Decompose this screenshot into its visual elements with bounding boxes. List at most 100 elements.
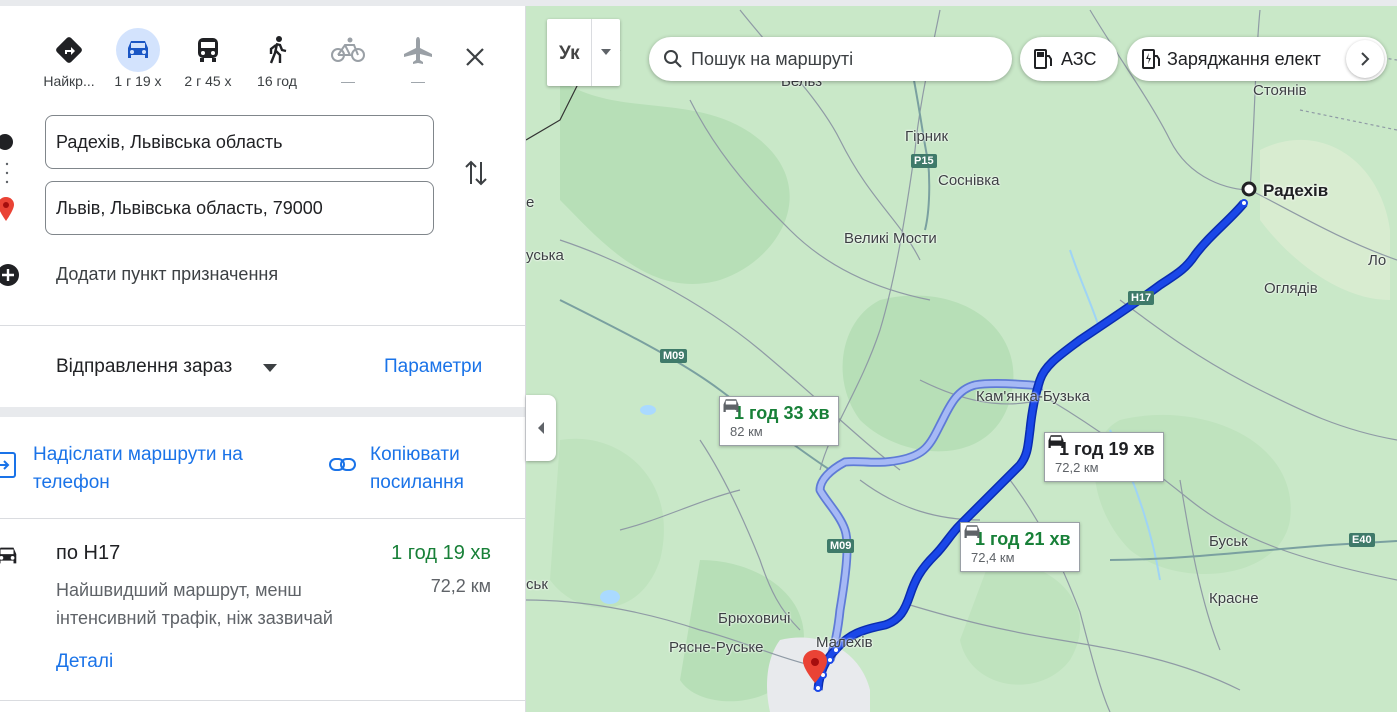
- gas-station-icon: [1034, 49, 1052, 69]
- layer-label: Ук: [559, 43, 580, 64]
- mode-cycling-label: —: [341, 73, 355, 89]
- mode-walking[interactable]: 16 год: [247, 28, 307, 98]
- mode-flights-label: —: [411, 73, 425, 89]
- mode-driving[interactable]: 1 г 19 х: [108, 28, 168, 98]
- road-shield: H17: [1128, 291, 1155, 305]
- chevron-right-icon: [1361, 52, 1370, 66]
- send-to-phone-link[interactable]: Надіслати маршрути на телефон: [33, 441, 243, 497]
- link-icon: [329, 458, 356, 471]
- mode-best[interactable]: Найкр...: [39, 28, 99, 98]
- gas-chip-label: АЗС: [1061, 48, 1097, 69]
- map-place-label: Стоянів: [1253, 82, 1307, 99]
- divider: [0, 700, 525, 701]
- map-place-label: Малехів: [816, 634, 873, 651]
- route-time: 1 год 19 хв: [391, 542, 491, 564]
- walking-icon: [255, 28, 299, 72]
- route-distance: 72,2 км: [430, 576, 491, 596]
- map-place-label: е: [526, 194, 535, 211]
- car-icon: [0, 547, 17, 564]
- map-place-label: уська: [526, 247, 564, 264]
- road-shield: E40: [1349, 533, 1375, 547]
- bicycle-icon: [326, 28, 370, 72]
- chips-next-button[interactable]: [1346, 40, 1384, 78]
- car-icon: [723, 399, 739, 412]
- options-button[interactable]: Параметри: [384, 356, 482, 378]
- map-place-label: Ло: [1368, 252, 1387, 269]
- mode-transit[interactable]: 2 г 45 х: [178, 28, 238, 98]
- copy-link-line1: Копіювати: [370, 444, 460, 465]
- ev-charging-icon: [1142, 49, 1160, 69]
- travel-modes: Найкр... 1 г 19 х 2 г 45 х 16 год — —: [0, 6, 525, 101]
- mode-transit-label: 2 г 45 х: [184, 73, 232, 89]
- destination-input[interactable]: Львів, Львівська область, 79000: [45, 181, 434, 235]
- collapse-panel-button[interactable]: [526, 395, 556, 461]
- map-place-label: Рясне-Руське: [669, 639, 764, 656]
- road-shield: P15: [911, 154, 937, 168]
- car-icon: [964, 525, 980, 538]
- route-title[interactable]: по H17: [56, 542, 120, 565]
- directions-icon: [47, 28, 91, 72]
- search-icon: [664, 50, 682, 68]
- copy-link-line2: посилання: [370, 472, 464, 493]
- send-to-phone-icon: [0, 452, 16, 478]
- divider: [0, 518, 525, 519]
- mode-flights[interactable]: —: [388, 28, 448, 98]
- route-bubble-time: 1 год 33 хв: [734, 403, 830, 423]
- dropdown-arrow-icon[interactable]: [262, 363, 278, 373]
- copy-link-button[interactable]: Копіювати посилання: [370, 441, 464, 497]
- map-place-label: Буськ: [1209, 533, 1248, 550]
- details-link[interactable]: Деталі: [56, 651, 113, 673]
- add-destination-link[interactable]: Додати пункт призначення: [56, 264, 278, 285]
- route-description: Найшвидший маршрут, менш інтенсивний тра…: [56, 580, 333, 628]
- mode-driving-label: 1 г 19 х: [114, 73, 162, 89]
- destination-pin-icon: [0, 197, 14, 221]
- map-canvas[interactable]: Бельз Гірник Соснівка Стоянів Великі Мос…: [526, 6, 1397, 712]
- origin-dot-icon: [0, 134, 13, 150]
- car-icon: [116, 28, 160, 72]
- section-divider: [0, 407, 525, 417]
- map-place-label: Оглядів: [1264, 280, 1318, 297]
- swap-icon: [465, 160, 487, 186]
- map-layer-switch[interactable]: Ук: [547, 19, 620, 86]
- map-place-label: Кам'янка-Бузька: [976, 388, 1090, 405]
- close-icon: [466, 48, 484, 66]
- ev-chip-label: Заряджання елект: [1167, 48, 1321, 69]
- car-icon: [1048, 435, 1064, 448]
- origin-input[interactable]: Радехів, Львівська область: [45, 115, 434, 169]
- route-bubble-alt1[interactable]: 1 год 33 хв 82 км: [719, 396, 839, 446]
- gas-stations-chip[interactable]: АЗС: [1020, 37, 1118, 81]
- mode-walking-label: 16 год: [257, 73, 297, 89]
- search-along-route-input[interactable]: Пошук на маршруті: [649, 37, 1012, 81]
- mode-cycling[interactable]: —: [318, 28, 378, 98]
- chevron-down-icon: [601, 49, 611, 55]
- swap-button[interactable]: [459, 156, 493, 190]
- depart-now-dropdown[interactable]: Відправлення зараз: [56, 356, 232, 378]
- bus-icon: [186, 28, 230, 72]
- dotted-connector-icon: [5, 162, 9, 184]
- map-place-label: ськ: [526, 576, 548, 593]
- road-shield: M09: [827, 539, 855, 553]
- route-bubble-distance: 72,4 км: [971, 550, 1015, 565]
- send-to-phone-line2: телефон: [33, 472, 110, 493]
- airplane-icon: [396, 28, 440, 72]
- route-bubble-distance: 72,2 км: [1055, 460, 1099, 475]
- route-bubble-selected[interactable]: 1 год 19 хв 72,2 км: [1044, 432, 1164, 482]
- route-bubble-alt2[interactable]: 1 год 21 хв 72,4 км: [960, 522, 1080, 572]
- close-button[interactable]: [458, 40, 492, 74]
- road-shield: M09: [660, 349, 688, 363]
- mode-best-label: Найкр...: [43, 73, 95, 89]
- directions-panel: Найкр... 1 г 19 х 2 г 45 х 16 год — — Ра…: [0, 6, 526, 712]
- route-bubble-time: 1 год 21 хв: [975, 529, 1071, 549]
- divider: [0, 325, 525, 326]
- divider: [591, 19, 592, 86]
- origin-map-label: Радехів: [1263, 181, 1329, 200]
- map-place-label: Брюховичі: [718, 610, 791, 627]
- route-bubble-distance: 82 км: [730, 424, 763, 439]
- route-bubble-time: 1 год 19 хв: [1059, 439, 1155, 459]
- map-place-label: Великі Мости: [844, 230, 937, 247]
- add-icon[interactable]: [0, 263, 22, 287]
- search-placeholder: Пошук на маршруті: [691, 48, 854, 69]
- map-background: [526, 9, 1397, 712]
- map-place-label: Соснівка: [938, 172, 1000, 189]
- send-to-phone-line1: Надіслати маршрути на: [33, 444, 243, 465]
